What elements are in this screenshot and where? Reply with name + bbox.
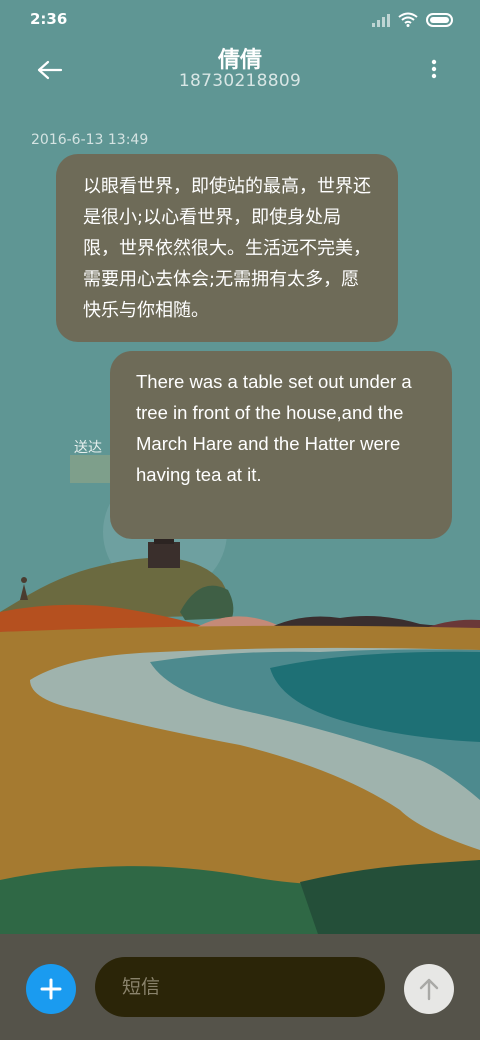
send-button[interactable] <box>404 964 454 1014</box>
wifi-icon <box>398 12 418 27</box>
outgoing-message-bubble[interactable]: There was a table set out under a tree i… <box>110 351 452 539</box>
delivery-status: 送达 <box>74 440 102 456</box>
battery-icon <box>426 12 453 27</box>
plus-icon <box>40 978 62 1000</box>
sms-field <box>95 957 385 1017</box>
arrow-up-icon <box>419 978 439 1001</box>
status-time: 2:36 <box>30 10 68 28</box>
status-icons <box>372 12 454 27</box>
contact-number: 18730218809 <box>178 71 302 91</box>
sms-input[interactable] <box>95 957 385 1017</box>
message-timestamp: 2016-6-13 13:49 <box>31 132 149 148</box>
conversation-header: 倩倩 18730218809 <box>0 40 480 100</box>
signal-icon <box>372 13 390 27</box>
contact-name: 倩倩 <box>217 48 262 73</box>
more-vertical-icon <box>431 59 437 79</box>
status-bar: 2:36 <box>0 0 480 40</box>
incoming-message-bubble[interactable]: 以眼看世界，即使站的最高，世界还是很小;以心看世界，即使身处局限，世界依然很大。… <box>56 154 398 342</box>
add-attachment-button[interactable] <box>26 964 76 1014</box>
message-text: 以眼看世界，即使站的最高，世界还是很小;以心看世界，即使身处局限，世界依然很大。… <box>83 176 371 321</box>
message-text: There was a table set out under a tree i… <box>136 371 412 485</box>
more-button[interactable] <box>422 54 446 84</box>
composer-bar <box>0 934 480 1040</box>
